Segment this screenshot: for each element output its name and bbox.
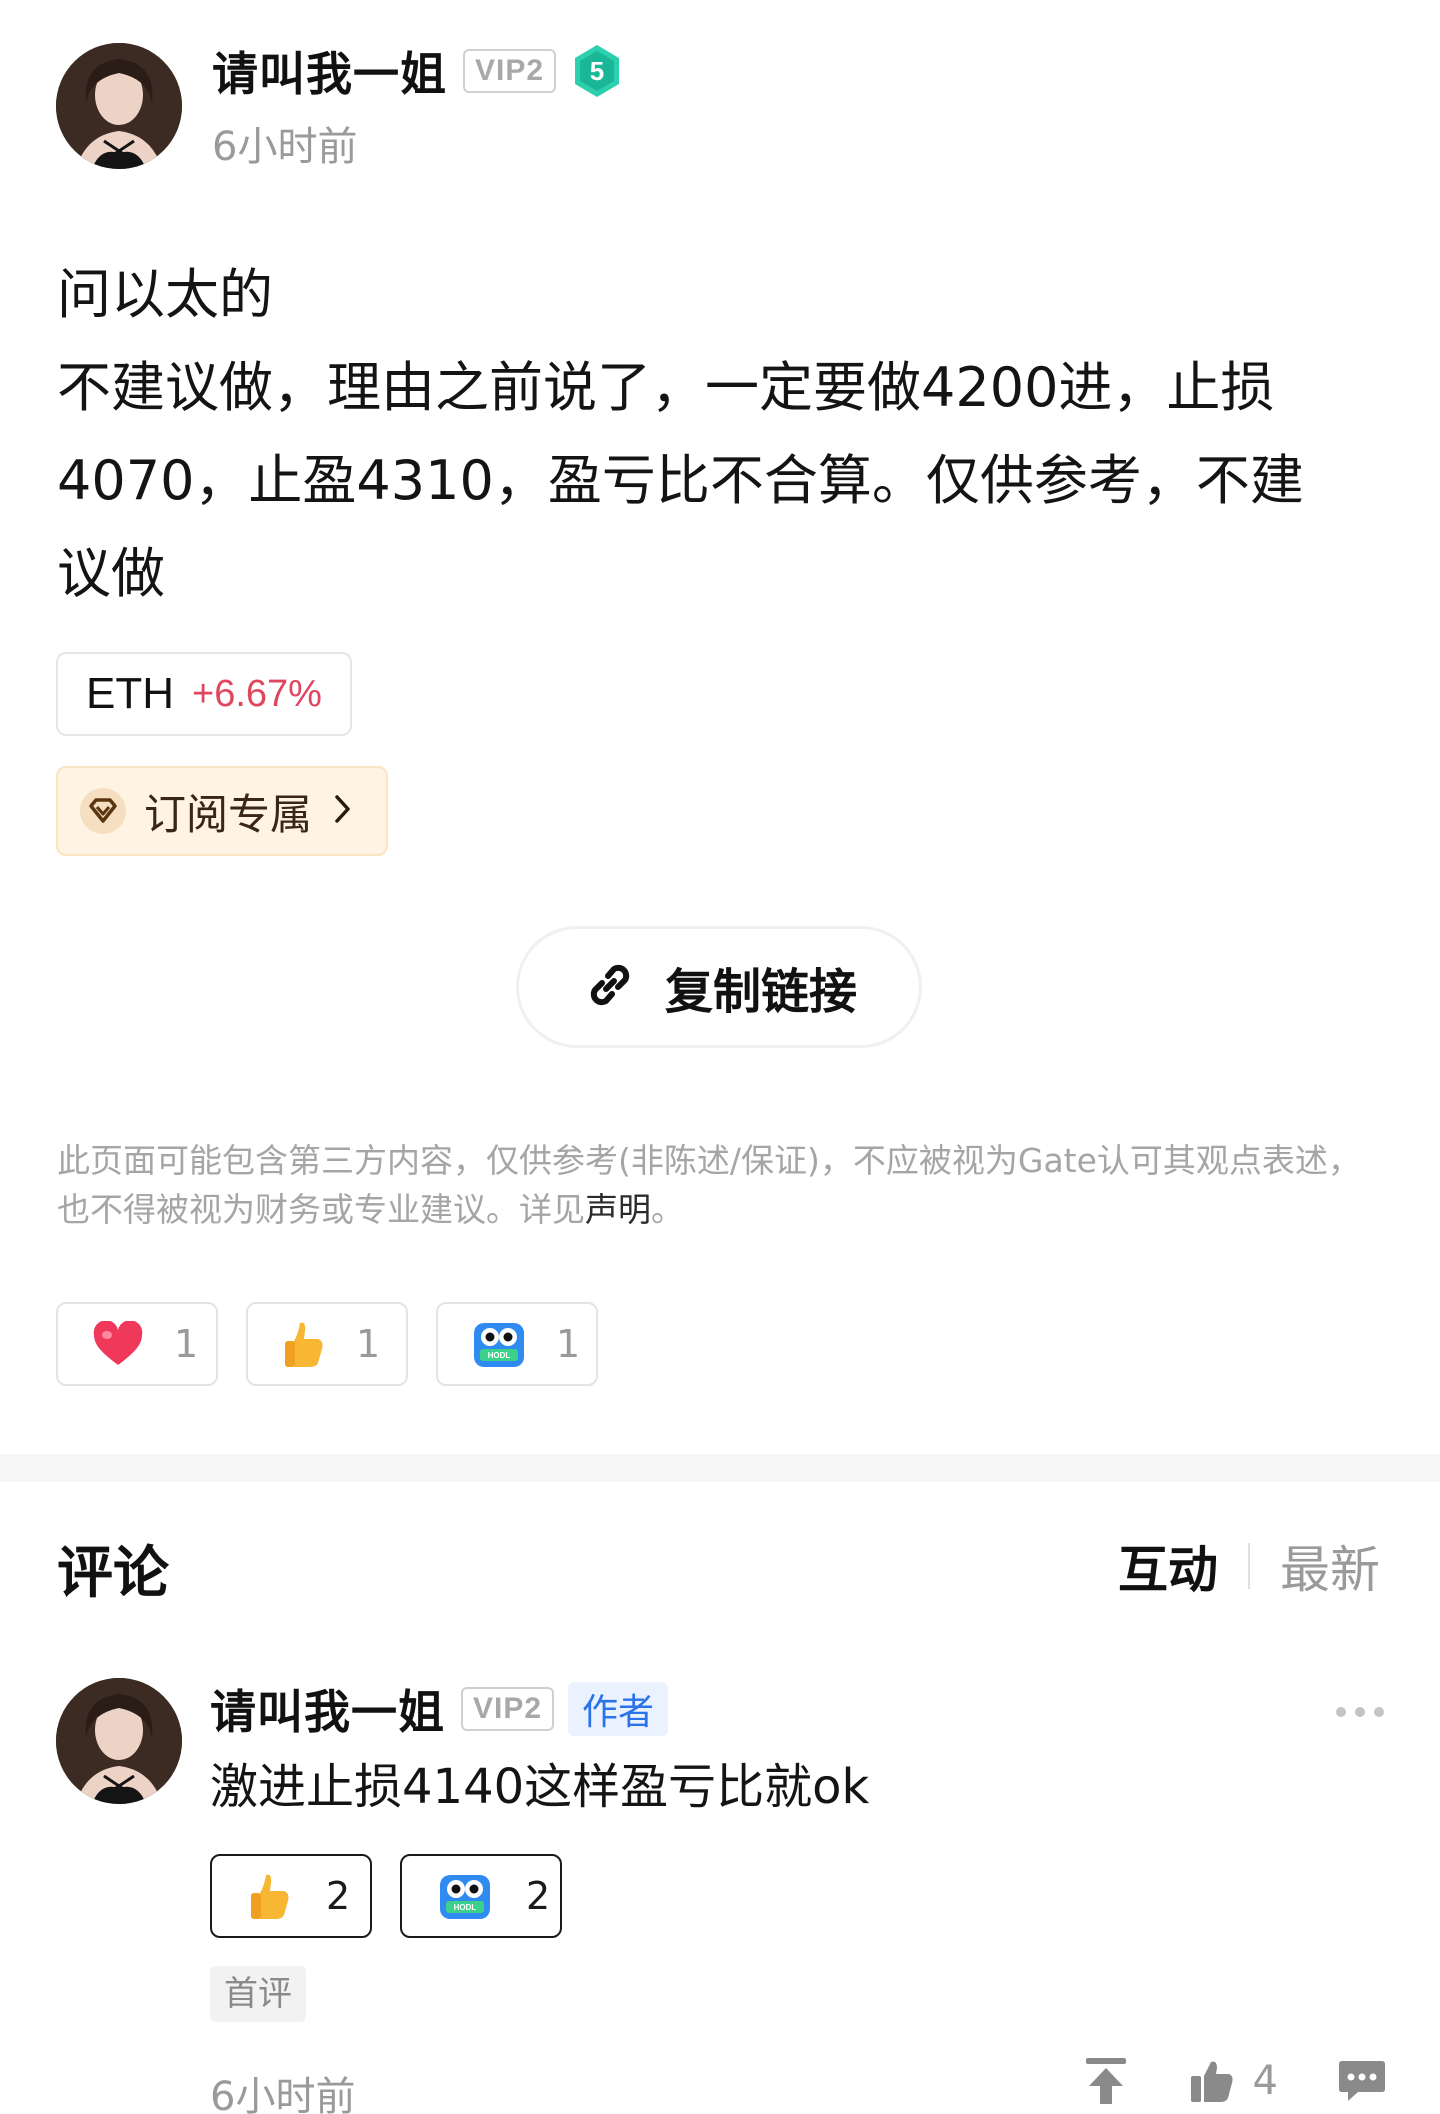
- post-body: 问以太的 不建议做，理由之前说了，一定要做4200进，止损 4070，止盈431…: [57, 248, 1387, 620]
- avatar-portrait-icon: [56, 1678, 182, 1804]
- reaction-count: 1: [174, 1322, 199, 1366]
- comment-text: 激进止损4140这样盈亏比就ok: [210, 1759, 870, 1815]
- reaction-count: 2: [326, 1874, 351, 1918]
- level-hexagon-icon: 5: [575, 45, 620, 97]
- post-body-line: 议做: [57, 542, 165, 605]
- post-author-header: 请叫我一姐 VIP2 5 6小时前: [56, 40, 622, 172]
- reaction-hodl[interactable]: HODL 2: [400, 1854, 562, 1938]
- post-body-line: 不建议做，理由之前说了，一定要做4200进，止损: [57, 356, 1275, 419]
- avatar[interactable]: [56, 43, 182, 169]
- comment-main: 请叫我一姐 VIP2 作者 激进止损4140这样盈亏比就ok 2 HODL 2 …: [210, 1678, 1360, 2022]
- heart-icon: [93, 1321, 143, 1365]
- comment-sort-tabs: 互动 最新: [1118, 1530, 1380, 1602]
- reply-button[interactable]: [1338, 2059, 1386, 2103]
- post-body-line: 问以太的: [57, 263, 273, 326]
- reaction-heart[interactable]: 1: [56, 1302, 218, 1386]
- section-divider: [0, 1454, 1440, 1482]
- post-time: 6小时前: [212, 124, 358, 170]
- copy-link-button[interactable]: 复制链接: [516, 926, 922, 1048]
- author-name-row: 请叫我一姐 VIP2 5: [212, 40, 622, 102]
- tab-interactive[interactable]: 互动: [1118, 1530, 1218, 1602]
- comment-author-name[interactable]: 请叫我一姐: [210, 1676, 445, 1742]
- thumbs-up-icon: [285, 1322, 323, 1367]
- more-options-icon[interactable]: [1334, 1704, 1386, 1723]
- pin-to-top-icon: [1085, 2058, 1126, 2104]
- like-button[interactable]: 4: [1189, 2058, 1278, 2104]
- disclaimer-text: 此页面可能包含第三方内容，仅供参考(非陈述/保证)，不应被视为Gate认可其观点…: [57, 1141, 1361, 1229]
- svg-text:5: 5: [590, 56, 604, 86]
- like-count: 4: [1252, 2058, 1278, 2104]
- level-badge: 5: [572, 43, 622, 99]
- reaction-count: 1: [556, 1322, 581, 1366]
- avatar[interactable]: [56, 1678, 182, 1804]
- reaction-count: 1: [356, 1322, 381, 1366]
- hodl-owl-icon: HODL: [474, 1323, 524, 1367]
- avatar-portrait-icon: [56, 43, 182, 169]
- coin-symbol: ETH: [86, 669, 174, 718]
- comment-bubble-icon: [1339, 2061, 1385, 2101]
- comment-actions: 4: [1023, 2056, 1386, 2106]
- disclaimer-end: 。: [651, 1190, 684, 1229]
- hodl-owl-icon: HODL: [440, 1875, 490, 1919]
- svg-text:HODL: HODL: [488, 1351, 511, 1360]
- author-name[interactable]: 请叫我一姐: [212, 38, 447, 104]
- author-tag: 作者: [568, 1682, 669, 1736]
- thumbs-up-icon: [251, 1874, 289, 1919]
- reaction-thumbs-up[interactable]: 1: [246, 1302, 408, 1386]
- author-info: 请叫我一姐 VIP2 5 6小时前: [212, 40, 622, 172]
- pin-to-top-button[interactable]: [1083, 2056, 1129, 2106]
- tab-latest[interactable]: 最新: [1280, 1530, 1380, 1602]
- coin-change: +6.67%: [192, 672, 322, 715]
- svg-text:HODL: HODL: [454, 1903, 477, 1912]
- first-comment-tag: 首评: [210, 1966, 306, 2022]
- comment-footer: 6小时前 4: [210, 2056, 1386, 2114]
- reaction-thumbs-up[interactable]: 2: [210, 1854, 372, 1938]
- link-icon: [581, 956, 639, 1018]
- subscribe-exclusive-button[interactable]: 订阅专属: [56, 766, 388, 856]
- copy-link-label: 复制链接: [664, 964, 857, 1020]
- post-detail-page: 请叫我一姐 VIP2 5 6小时前 问以太的 不建议做，理由之前说了，一定要做4…: [0, 0, 1440, 2114]
- post-body-line: 4070，止盈4310，盈亏比不合算。仅供参考，不建: [57, 449, 1304, 512]
- comments-title: 评论: [57, 1541, 169, 1606]
- post-reactions: 1 1 HODL 1: [56, 1302, 626, 1386]
- reaction-hodl[interactable]: HODL 1: [436, 1302, 598, 1386]
- tab-separator: [1248, 1543, 1250, 1589]
- chevron-right-icon: [334, 794, 352, 828]
- subscribe-label: 订阅专属: [144, 789, 313, 839]
- comment-time: 6小时前: [210, 2074, 356, 2114]
- like-icon: [1190, 2061, 1233, 2102]
- vip-badge: VIP2: [463, 49, 557, 93]
- disclaimer-link[interactable]: 声明: [585, 1190, 651, 1229]
- diamond-icon: [80, 788, 126, 834]
- coin-ticker-chip[interactable]: ETH +6.67%: [56, 652, 352, 736]
- comment-author-row: 请叫我一姐 VIP2 作者: [210, 1678, 1360, 1740]
- reaction-count: 2: [526, 1874, 551, 1918]
- vip-badge: VIP2: [461, 1687, 555, 1731]
- comment-reactions: 2 HODL 2: [210, 1854, 1360, 1938]
- disclaimer: 此页面可能包含第三方内容，仅供参考(非陈述/保证)，不应被视为Gate认可其观点…: [57, 1136, 1387, 1234]
